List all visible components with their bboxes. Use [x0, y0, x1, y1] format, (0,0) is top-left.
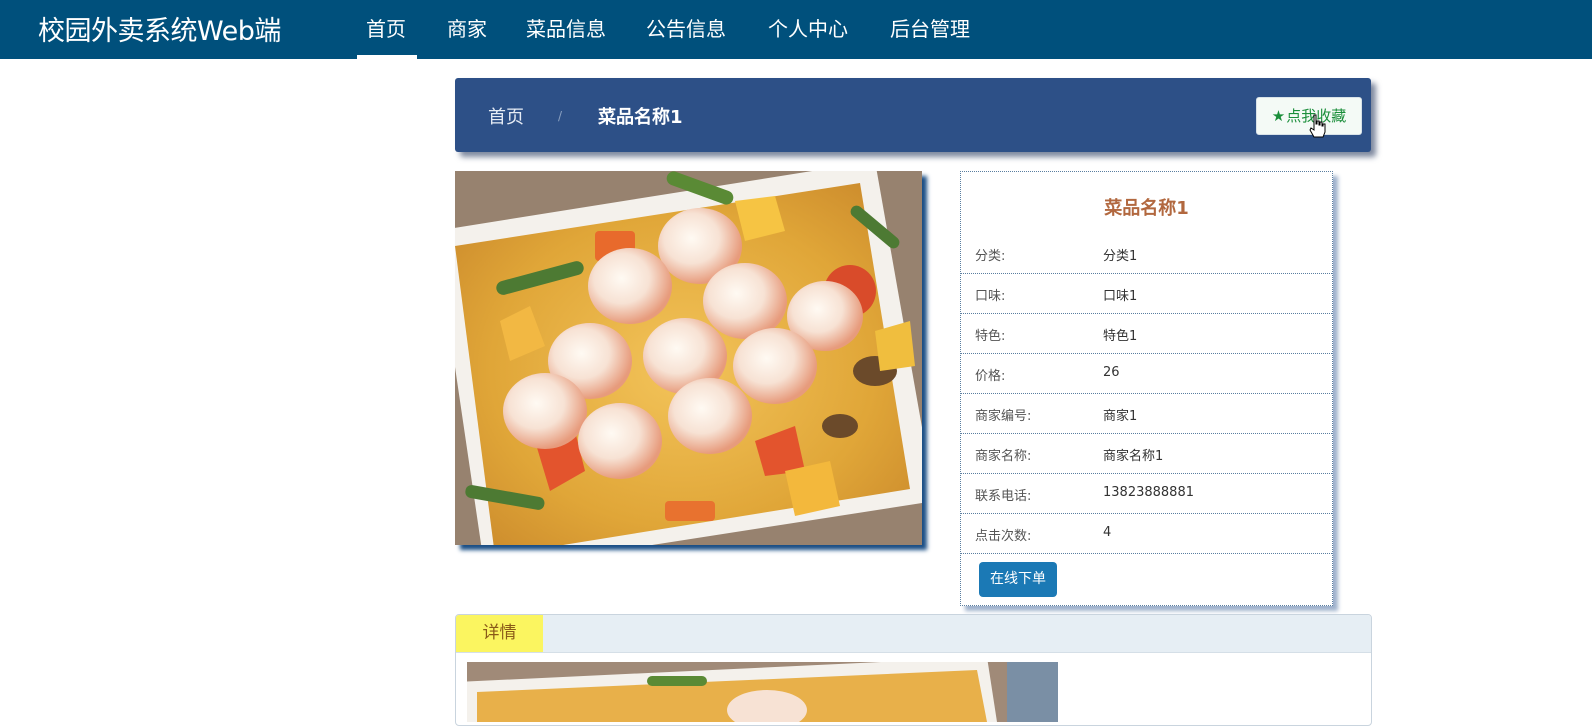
product-info-card: 菜品名称1 分类: 分类1 口味: 口味1 特色: 特色1 价格: 26 商家编… [960, 171, 1333, 606]
site-title[interactable]: 校园外卖系统Web端 [38, 9, 281, 48]
breadcrumb: 首页 / 菜品名称1 ★点我收藏 [455, 78, 1371, 152]
nav-item-announcements[interactable]: 公告信息 [646, 13, 726, 42]
product-title: 菜品名称1 [1104, 198, 1189, 219]
star-icon: ★ [1271, 107, 1286, 125]
info-row-merchant-id: 商家编号: 商家1 [961, 393, 1332, 434]
info-row-taste: 口味: 口味1 [961, 273, 1332, 314]
detail-tab-bar: 详情 [456, 615, 1371, 653]
info-label: 价格: [975, 369, 1006, 384]
detail-panel: 详情 [455, 614, 1372, 726]
info-value: 口味1 [1103, 289, 1138, 304]
info-row-price: 价格: 26 [961, 353, 1332, 394]
product-image [455, 171, 922, 545]
breadcrumb-current: 菜品名称1 [598, 107, 683, 128]
info-row-phone: 联系电话: 13823888881 [961, 473, 1332, 514]
info-label: 商家编号: [975, 409, 1032, 424]
favorite-button[interactable]: ★点我收藏 [1256, 97, 1362, 135]
info-value: 4 [1103, 525, 1112, 540]
favorite-button-label: 点我收藏 [1286, 107, 1347, 125]
tab-details[interactable]: 详情 [456, 615, 543, 652]
info-value: 商家1 [1103, 409, 1138, 424]
active-nav-indicator [357, 55, 417, 59]
breadcrumb-separator: / [558, 109, 563, 123]
info-label: 点击次数: [975, 529, 1032, 544]
nav-item-admin[interactable]: 后台管理 [890, 13, 970, 42]
info-value: 26 [1103, 365, 1120, 380]
shrimp-dish-photo [467, 662, 1058, 722]
nav-item-merchants[interactable]: 商家 [447, 13, 487, 42]
info-value: 13823888881 [1103, 485, 1194, 500]
info-label: 联系电话: [975, 489, 1032, 504]
info-label: 分类: [975, 249, 1006, 264]
nav-item-personal-center[interactable]: 个人中心 [768, 13, 848, 42]
nav-item-dishes[interactable]: 菜品信息 [526, 13, 606, 42]
info-row-merchant-name: 商家名称: 商家名称1 [961, 433, 1332, 474]
info-label: 特色: [975, 329, 1006, 344]
info-value: 商家名称1 [1103, 449, 1164, 464]
nav-item-home[interactable]: 首页 [366, 13, 406, 42]
info-value: 特色1 [1103, 329, 1138, 344]
info-row-feature: 特色: 特色1 [961, 313, 1332, 354]
info-label: 商家名称: [975, 449, 1032, 464]
info-row-category: 分类: 分类1 [961, 233, 1332, 274]
top-navbar: 校园外卖系统Web端 首页 商家 菜品信息 公告信息 个人中心 后台管理 [0, 0, 1592, 59]
info-label: 口味: [975, 289, 1006, 304]
info-value: 分类1 [1103, 249, 1138, 264]
info-row-click-count: 点击次数: 4 [961, 513, 1332, 554]
order-online-button[interactable]: 在线下单 [979, 562, 1057, 597]
breadcrumb-home-link[interactable]: 首页 [488, 103, 524, 129]
detail-image [467, 662, 1058, 722]
shrimp-dish-photo [455, 171, 922, 545]
